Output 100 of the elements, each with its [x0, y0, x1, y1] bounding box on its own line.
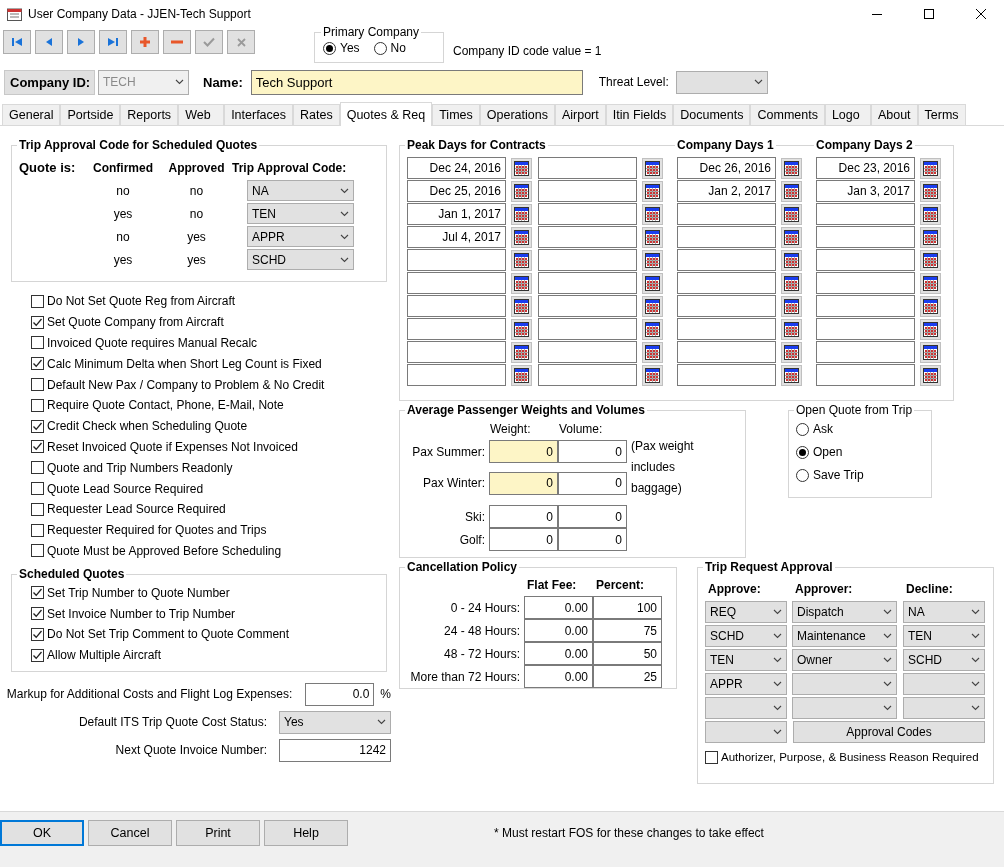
- date-field[interactable]: [538, 272, 637, 294]
- calendar-button[interactable]: [511, 203, 532, 225]
- volume-field[interactable]: 0: [558, 440, 627, 464]
- date-field[interactable]: [677, 318, 776, 340]
- calendar-button[interactable]: [511, 226, 532, 248]
- percent-field[interactable]: 50: [593, 642, 662, 665]
- tab[interactable]: Interfaces: [224, 104, 293, 125]
- dropdown[interactable]: SCHD: [705, 625, 787, 647]
- date-field[interactable]: [677, 272, 776, 294]
- checkbox[interactable]: [31, 627, 44, 641]
- calendar-button[interactable]: [781, 226, 802, 248]
- checkbox[interactable]: [31, 378, 44, 392]
- date-field[interactable]: [816, 318, 915, 340]
- radio-button[interactable]: [323, 41, 336, 55]
- radio-button[interactable]: [373, 41, 387, 55]
- calendar-button[interactable]: [511, 364, 532, 386]
- checkbox[interactable]: [31, 440, 44, 454]
- checkbox[interactable]: [31, 336, 44, 350]
- date-field[interactable]: [407, 318, 506, 340]
- volume-field[interactable]: 0: [558, 471, 627, 495]
- percent-field[interactable]: 25: [593, 665, 662, 688]
- weight-field[interactable]: 0: [489, 471, 558, 495]
- weight-field[interactable]: 0: [489, 440, 558, 464]
- checkbox[interactable]: [31, 523, 44, 537]
- date-field[interactable]: [407, 249, 506, 271]
- date-field[interactable]: [407, 295, 506, 317]
- calendar-button[interactable]: [642, 341, 663, 363]
- dropdown[interactable]: Dispatch: [792, 601, 897, 623]
- date-field[interactable]: [538, 180, 637, 202]
- calendar-button[interactable]: [511, 295, 532, 317]
- checkbox[interactable]: [31, 648, 44, 662]
- checkbox[interactable]: [31, 482, 44, 496]
- calendar-button[interactable]: [781, 157, 802, 179]
- checkbox[interactable]: [31, 357, 44, 371]
- calendar-button[interactable]: [781, 249, 802, 271]
- tab[interactable]: Rates: [293, 104, 340, 125]
- tab[interactable]: Documents: [673, 104, 751, 125]
- date-field[interactable]: [538, 226, 637, 248]
- weight-field[interactable]: 0: [489, 505, 558, 528]
- dropdown[interactable]: TEN: [903, 625, 985, 647]
- date-field[interactable]: [407, 272, 506, 294]
- calendar-button[interactable]: [642, 249, 663, 271]
- calendar-button[interactable]: [511, 180, 532, 202]
- calendar-button[interactable]: [920, 226, 941, 248]
- tab[interactable]: Times: [432, 104, 480, 125]
- calendar-button[interactable]: [781, 295, 802, 317]
- dropdown[interactable]: NA: [903, 601, 985, 623]
- calendar-button[interactable]: [642, 203, 663, 225]
- dropdown[interactable]: REQ: [705, 601, 787, 623]
- date-field[interactable]: [677, 364, 776, 386]
- volume-field[interactable]: 0: [558, 528, 627, 551]
- date-field[interactable]: Jan 2, 2017: [677, 180, 776, 202]
- date-field[interactable]: [677, 341, 776, 363]
- calendar-button[interactable]: [781, 203, 802, 225]
- tab[interactable]: Operations: [479, 104, 555, 125]
- date-field[interactable]: [677, 226, 776, 248]
- toolbar-button[interactable]: [131, 30, 159, 54]
- dropdown[interactable]: Owner: [792, 649, 897, 671]
- dropdown[interactable]: APPR: [247, 226, 354, 247]
- calendar-button[interactable]: [920, 180, 941, 202]
- calendar-button[interactable]: [920, 272, 941, 294]
- calendar-button[interactable]: [642, 226, 663, 248]
- date-field[interactable]: [816, 364, 915, 386]
- maximize-icon[interactable]: [924, 9, 934, 19]
- calendar-button[interactable]: [920, 341, 941, 363]
- date-field[interactable]: Dec 25, 2016: [407, 180, 506, 202]
- tab[interactable]: Quotes & Req: [339, 102, 433, 126]
- date-field[interactable]: [816, 226, 915, 248]
- date-field[interactable]: [816, 341, 915, 363]
- checkbox[interactable]: [31, 586, 44, 600]
- date-field[interactable]: [677, 295, 776, 317]
- calendar-button[interactable]: [511, 341, 532, 363]
- tab[interactable]: Portside: [60, 104, 121, 125]
- dropdown[interactable]: Maintenance: [792, 625, 897, 647]
- percent-field[interactable]: 100: [593, 596, 662, 619]
- date-field[interactable]: Dec 26, 2016: [677, 157, 776, 179]
- date-field[interactable]: [538, 364, 637, 386]
- fee-field[interactable]: 0.00: [524, 665, 593, 688]
- date-field[interactable]: [538, 318, 637, 340]
- dropdown[interactable]: SCHD: [903, 649, 985, 671]
- date-field[interactable]: Jul 4, 2017: [407, 226, 506, 248]
- toolbar-button[interactable]: [99, 30, 127, 54]
- date-field[interactable]: Dec 24, 2016: [407, 157, 506, 179]
- date-field[interactable]: [538, 341, 637, 363]
- calendar-button[interactable]: [511, 249, 532, 271]
- weight-field[interactable]: 0: [489, 528, 558, 551]
- radio-button[interactable]: [796, 445, 809, 459]
- date-field[interactable]: [816, 203, 915, 225]
- date-field[interactable]: [538, 295, 637, 317]
- date-field[interactable]: [816, 249, 915, 271]
- dropdown[interactable]: TEN: [705, 649, 787, 671]
- dialog-button[interactable]: Print: [176, 820, 260, 846]
- tab[interactable]: Reports: [120, 104, 179, 125]
- tab[interactable]: Terms: [917, 104, 966, 125]
- calendar-button[interactable]: [781, 364, 802, 386]
- calendar-button[interactable]: [642, 318, 663, 340]
- date-field[interactable]: [816, 272, 915, 294]
- calendar-button[interactable]: [511, 318, 532, 340]
- date-field[interactable]: Jan 3, 2017: [816, 180, 915, 202]
- toolbar-button[interactable]: [67, 30, 95, 54]
